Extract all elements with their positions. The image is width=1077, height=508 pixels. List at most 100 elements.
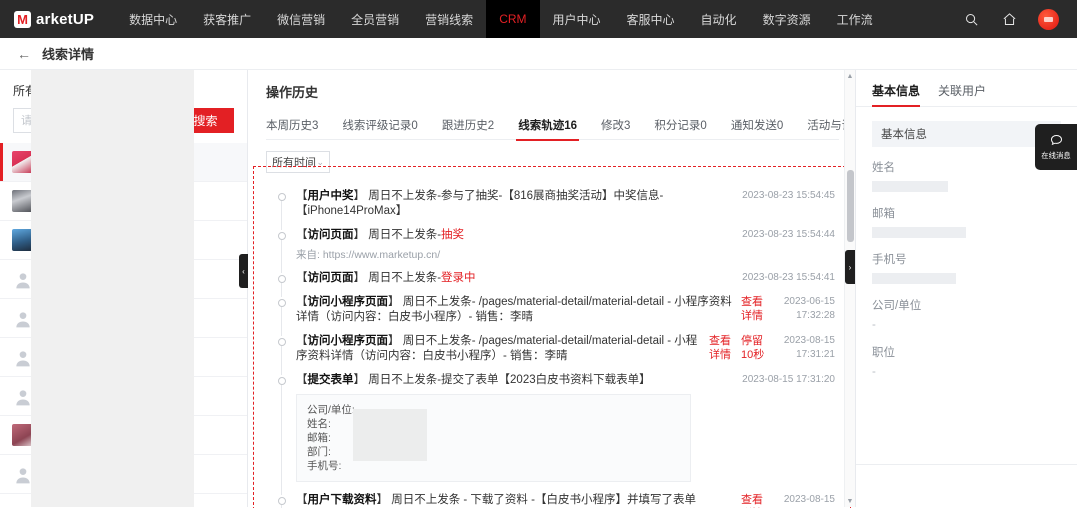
avatar-placeholder-icon <box>12 346 34 368</box>
info-field-label: 公司/单位 <box>872 300 922 312</box>
info-field-label: 手机号 <box>872 254 907 266</box>
search-input[interactable] <box>13 108 177 133</box>
lead-list[interactable] <box>0 143 247 507</box>
list-item[interactable] <box>0 143 247 182</box>
info-tab-0[interactable]: 基本信息 <box>872 82 921 107</box>
tab-4[interactable]: 修改3 <box>589 112 642 140</box>
brand-logo[interactable]: M arketUP <box>14 10 95 28</box>
filter-scope-label: 所有 <box>13 84 38 98</box>
list-item[interactable] <box>0 182 247 221</box>
tab-3[interactable]: 线索轨迹16 <box>506 112 589 141</box>
nav-item-9[interactable]: 数字资源 <box>750 0 824 38</box>
nav-item-2[interactable]: 微信营销 <box>264 0 338 38</box>
time-filter-select[interactable]: 所有时间 ⌄ <box>266 151 330 173</box>
info-tab-1[interactable]: 关联用户 <box>938 82 986 106</box>
chat-bubble-icon <box>1050 135 1062 146</box>
activity-scrollbar[interactable]: ▲ ▼ <box>844 70 855 507</box>
nav-item-7[interactable]: 客服中心 <box>614 0 688 38</box>
info-field-value: - <box>872 366 876 378</box>
timeline-item-detail: 周日不上发条- <box>368 229 442 241</box>
search-button[interactable]: 搜索 <box>177 108 234 133</box>
timeline-item-type: 访问页面 <box>307 272 354 284</box>
nav-item-1[interactable]: 获客推广 <box>190 0 264 38</box>
activity-tabs: 本周历史3 线索评级记录0 跟进历史2 线索轨迹16 修改3 积分记录0 通知发送0 活动与课… <box>266 112 901 141</box>
timeline-item: 【访问小程序页面】 周日不上发条- /pages/material-detail… <box>278 334 835 375</box>
back-arrow-icon[interactable]: ← <box>17 47 31 61</box>
scrollbar-thumb[interactable] <box>847 170 854 242</box>
info-field-label: 职位 <box>872 347 895 359</box>
avatar <box>12 424 34 446</box>
info-field-redacted-value <box>872 181 948 192</box>
timeline-item-text: 【提交表单】 周日不上发条-提交了表单【2023白皮书资料下载表单】 <box>296 374 651 386</box>
home-icon[interactable] <box>1000 10 1018 28</box>
submitted-form-details: 公司/单位: 姓名: 邮箱: 部门: 手机号: <box>296 394 691 482</box>
info-divider <box>856 464 1077 465</box>
view-detail-link[interactable]: 查看详情 <box>709 334 735 362</box>
nav-item-4[interactable]: 营销线索 <box>412 0 486 38</box>
timeline-item-highlight: 抽奖 <box>441 229 465 241</box>
list-item[interactable] <box>0 377 247 416</box>
timeline-item-text: 【用户下载资料】 周日不上发条 - 下载了资料 -【白皮书小程序】并填写了表单【… <box>296 493 733 508</box>
list-item-text <box>42 235 237 246</box>
timeline-item-meta: 查看详情 2023-06-15 17:32:28 <box>741 295 835 325</box>
filter-scope-select[interactable]: 所有 ⌄ <box>13 82 63 99</box>
tab-0[interactable]: 本周历史3 <box>266 112 330 140</box>
activity-inner: 操作历史 本周历史3 线索评级记录0 跟进历史2 线索轨迹16 修改3 积分记录0 通知发送… <box>248 70 901 508</box>
view-detail-link[interactable]: 查看详情 <box>741 493 767 508</box>
list-item[interactable] <box>0 260 247 299</box>
nav-item-6[interactable]: 用户中心 <box>540 0 614 38</box>
avatar <box>12 151 34 173</box>
timeline-item-text: 【访问小程序页面】 周日不上发条- /pages/material-detail… <box>296 296 732 323</box>
filter-owner-select[interactable]: 所有者 ⌄ <box>79 82 141 99</box>
avatar-placeholder-icon <box>12 307 34 329</box>
search-icon[interactable] <box>962 10 980 28</box>
brand-name: arketUP <box>36 10 95 28</box>
info-field-redacted-value <box>872 227 966 238</box>
list-item[interactable] <box>0 338 247 377</box>
tab-5[interactable]: 积分记录0 <box>642 112 718 140</box>
time-filter-label: 所有时间 <box>272 157 316 169</box>
info-section-header: 基本信息 <box>872 121 1061 147</box>
tab-6[interactable]: 通知发送0 <box>719 112 795 140</box>
info-field: 手机号 <box>872 251 1061 284</box>
timeline-item-timestamp: 2023-08-15 17:31:21 <box>783 335 835 360</box>
view-detail-link[interactable]: 查看详情 <box>741 295 767 323</box>
scroll-up-arrow-icon[interactable]: ▲ <box>845 70 855 82</box>
left-panel-collapse-handle[interactable]: ‹ <box>239 254 248 288</box>
info-fields: 姓名 邮箱 手机号 公司/单位 - 职位 - <box>872 159 1061 378</box>
timeline-item-timestamp: 2023-08-23 15:54:44 <box>742 229 835 240</box>
list-item[interactable] <box>0 416 247 455</box>
lead-filters: 所有 ⌄ 所有者 ⌄ 搜索 <box>0 70 247 143</box>
tab-2[interactable]: 跟进历史2 <box>430 112 506 140</box>
lead-list-panel: 所有 ⌄ 所有者 ⌄ 搜索 ‹ <box>0 70 248 507</box>
list-item-text <box>42 274 237 285</box>
nav-item-0[interactable]: 数据中心 <box>116 0 190 38</box>
online-message-label: 在线消息 <box>1041 151 1071 160</box>
list-item[interactable] <box>0 299 247 338</box>
avatar <box>12 190 34 212</box>
list-item[interactable] <box>0 221 247 260</box>
nav-item-3[interactable]: 全员营销 <box>338 0 412 38</box>
list-item-text <box>42 196 237 207</box>
timeline-item-timestamp: 2023-08-15 17:31:18 <box>783 494 835 505</box>
user-avatar[interactable] <box>1038 8 1059 30</box>
timeline-item-body: 【用户下载资料】 周日不上发条 - 下载了资料 -【白皮书小程序】并填写了表单【… <box>296 493 741 508</box>
nav-item-8[interactable]: 自动化 <box>688 0 750 38</box>
activity-timeline: 【用户中奖】 周日不上发条-参与了抽奖-【816展商抽奖活动】中奖信息-【iPh… <box>266 181 839 508</box>
scroll-down-arrow-icon[interactable]: ▼ <box>845 495 855 507</box>
nav-item-5[interactable]: CRM <box>486 0 540 38</box>
info-field: 公司/单位 - <box>872 297 1061 331</box>
timeline-item-text: 【用户中奖】 周日不上发条-参与了抽奖-【816展商抽奖活动】中奖信息-【iPh… <box>296 190 664 217</box>
timeline-item-body: 【访问页面】 周日不上发条-抽奖 来自: https://www.marketup… <box>296 228 739 262</box>
nav-item-10[interactable]: 工作流 <box>824 0 886 38</box>
chevron-down-icon: ⌄ <box>132 85 141 95</box>
nav-items: 数据中心 获客推广 微信营销 全员营销 营销线索 CRM 用户中心 客服中心 自动化 数字资源 工作… <box>116 0 885 38</box>
list-item[interactable] <box>0 455 247 494</box>
online-message-widget[interactable]: 在线消息 <box>1035 124 1077 170</box>
timeline-item-meta: 查看详情 停留10秒 2023-08-15 17:31:21 <box>709 334 835 364</box>
info-field-label: 邮箱 <box>872 208 895 220</box>
right-panel-collapse-handle[interactable]: › <box>845 250 855 284</box>
timeline-item-type: 提交表单 <box>307 374 354 386</box>
filter-selects: 所有 ⌄ 所有者 ⌄ <box>13 82 234 99</box>
tab-1[interactable]: 线索评级记录0 <box>330 112 429 140</box>
